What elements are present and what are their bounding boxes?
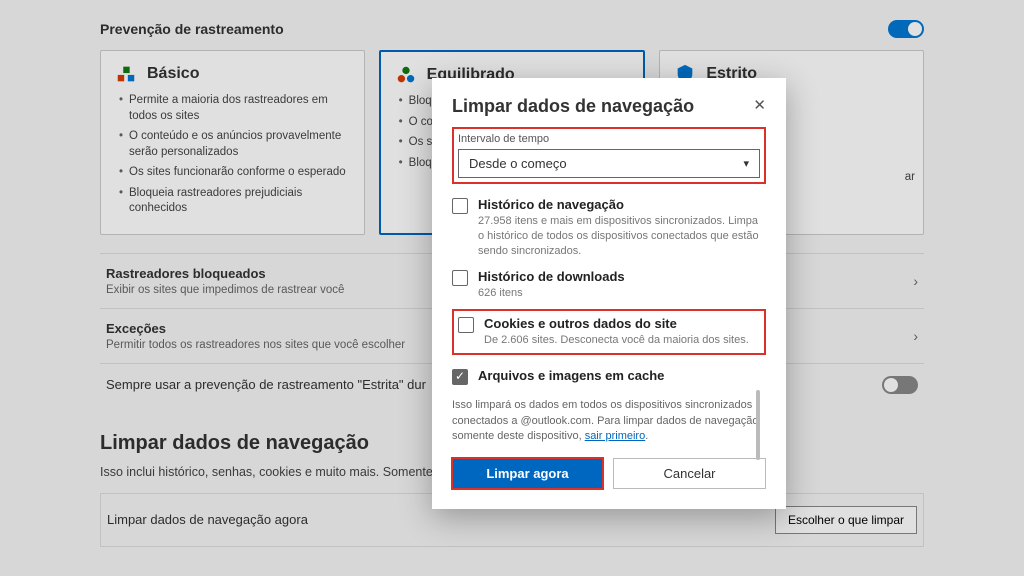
item-cache[interactable]: Arquivos e imagens em cache [452, 363, 766, 390]
checkbox-unchecked[interactable] [452, 270, 468, 286]
item-downloads-sub: 626 itens [478, 286, 625, 301]
clear-browsing-data-dialog: Limpar dados de navegação ✕ Intervalo de… [432, 78, 786, 509]
checkbox-checked[interactable] [452, 369, 468, 385]
time-range-label: Intervalo de tempo [458, 133, 760, 145]
dialog-sync-note: Isso limpará os dados em todos os dispos… [452, 398, 766, 444]
checkbox-unchecked[interactable] [458, 317, 474, 333]
scrollbar[interactable] [756, 390, 760, 460]
cancel-button[interactable]: Cancelar [613, 458, 766, 489]
item-cookies-title: Cookies e outros dados do site [484, 316, 749, 331]
cookies-highlight: Cookies e outros dados do site De 2.606 … [452, 309, 766, 355]
item-downloads[interactable]: Histórico de downloads 626 itens [452, 264, 766, 306]
item-history-title: Histórico de navegação [478, 197, 766, 212]
item-cache-title: Arquivos e imagens em cache [478, 368, 664, 383]
time-range-select[interactable]: Desde o começo ▾ [458, 149, 760, 178]
time-range-highlight: Intervalo de tempo Desde o começo ▾ [452, 127, 766, 184]
clear-now-button[interactable]: Limpar agora [452, 458, 603, 489]
item-history-sub: 27.958 itens e mais em dispositivos sinc… [478, 214, 766, 259]
chevron-down-icon: ▾ [743, 157, 749, 170]
item-downloads-title: Histórico de downloads [478, 269, 625, 284]
dialog-title: Limpar dados de navegação [452, 96, 694, 117]
close-icon[interactable]: ✕ [753, 96, 766, 114]
checkbox-list: Histórico de navegação 27.958 itens e ma… [452, 192, 766, 390]
item-cookies[interactable]: Cookies e outros dados do site De 2.606 … [458, 314, 760, 350]
checkbox-unchecked[interactable] [452, 198, 468, 214]
sign-out-first-link[interactable]: sair primeiro [585, 430, 646, 442]
item-cookies-sub: De 2.606 sites. Desconecta você da maior… [484, 333, 749, 348]
item-history[interactable]: Histórico de navegação 27.958 itens e ma… [452, 192, 766, 264]
